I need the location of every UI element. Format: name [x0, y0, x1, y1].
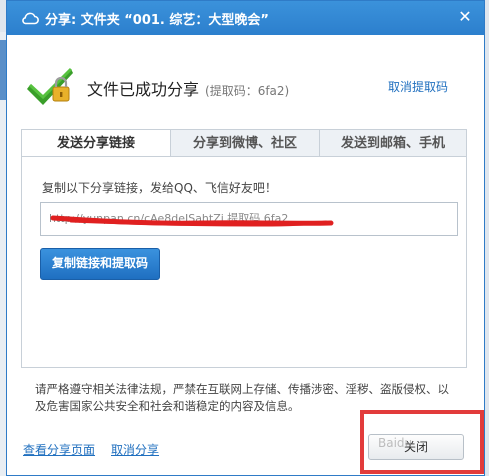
cloud-icon: [21, 11, 39, 25]
view-share-page-link[interactable]: 查看分享页面: [23, 441, 95, 458]
extract-code: (提取码：6fa2): [205, 84, 290, 98]
cancel-extract-code-link[interactable]: 取消提取码: [388, 78, 448, 95]
share-link-input[interactable]: http://yunpan.cn/cAe8deJSahtZj 提取码 6fa2: [40, 202, 458, 236]
title-bar[interactable]: 分享: 文件夹 “001. 综艺：大型晚会” ✕: [7, 1, 484, 35]
share-link-panel: 复制以下分享链接，发给QQ、飞信好友吧！ http://yunpan.cn/cA…: [21, 156, 467, 368]
cancel-share-link[interactable]: 取消分享: [111, 441, 159, 458]
success-message: 文件已成功分享 (提取码：6fa2): [87, 76, 289, 100]
check-lock-icon: [27, 63, 77, 107]
share-dialog: 分享: 文件夹 “001. 综艺：大型晚会” ✕ 文件已成功分享 (提取码：6fa…: [6, 0, 485, 476]
dialog-title: 分享: 文件夹 “001. 综艺：大型晚会”: [45, 12, 269, 28]
legal-notice: 请严格遵守相关法律法规，严禁在互联网上存储、传播涉密、淫秽、盗版侵权、以及危害国…: [35, 382, 449, 413]
tab-send-link[interactable]: 发送分享链接: [21, 129, 171, 157]
success-label: 文件已成功分享: [87, 80, 200, 99]
redaction-scribble: [50, 215, 334, 227]
baidu-watermark: Baidu: [378, 436, 413, 450]
tab-weibo-community[interactable]: 分享到微博、社区: [170, 129, 320, 157]
tab-email-phone[interactable]: 发送到邮箱、手机: [319, 129, 467, 157]
share-tabs: 发送分享链接 分享到微博、社区 发送到邮箱、手机: [21, 129, 467, 157]
copy-link-button[interactable]: 复制链接和提取码: [40, 248, 160, 280]
share-hint: 复制以下分享链接，发给QQ、飞信好友吧！: [42, 181, 277, 195]
close-icon[interactable]: ✕: [456, 8, 474, 26]
